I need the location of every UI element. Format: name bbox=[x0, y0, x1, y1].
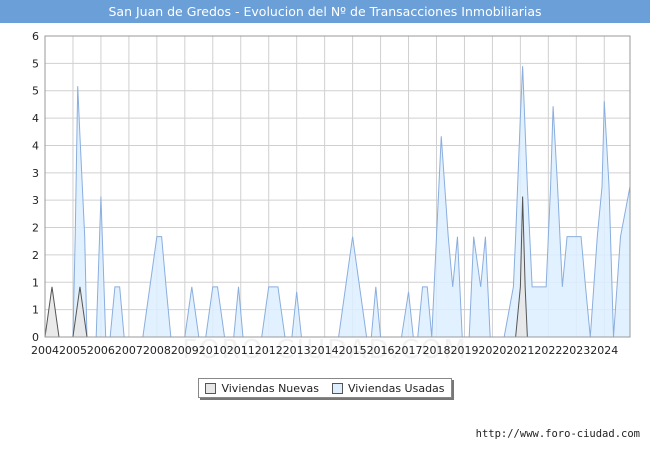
y-tick-label: 3 bbox=[32, 194, 39, 207]
y-tick-label: 5 bbox=[32, 57, 39, 70]
y-tick-label: 6 bbox=[32, 30, 39, 43]
legend-label-nuevas: Viviendas Nuevas bbox=[221, 381, 320, 395]
x-tick-label: 2012 bbox=[255, 344, 283, 357]
x-tick-label: 2013 bbox=[283, 344, 311, 357]
legend-item-usadas: Viviendas Usadas bbox=[331, 381, 445, 395]
x-tick-label: 2005 bbox=[59, 344, 87, 357]
x-tick-label: 2009 bbox=[171, 344, 199, 357]
legend: Viviendas Nuevas Viviendas Usadas bbox=[198, 378, 452, 398]
y-tick-label: 5 bbox=[32, 85, 39, 98]
y-tick-label: 1 bbox=[32, 304, 39, 317]
x-tick-label: 2008 bbox=[143, 344, 171, 357]
x-tick-label: 2016 bbox=[367, 344, 395, 357]
y-tick-label: 1 bbox=[32, 276, 39, 289]
x-tick-label: 2019 bbox=[450, 344, 478, 357]
y-tick-label: 2 bbox=[32, 249, 39, 262]
legend-swatch-usadas bbox=[331, 382, 343, 394]
x-tick-label: 2004 bbox=[31, 344, 59, 357]
source-url: http://www.foro-ciudad.com bbox=[475, 428, 640, 440]
x-tick-label: 2018 bbox=[422, 344, 450, 357]
x-tick-label: 2015 bbox=[339, 344, 367, 357]
legend-item-nuevas: Viviendas Nuevas bbox=[205, 382, 319, 395]
x-tick-label: 2022 bbox=[534, 344, 562, 357]
y-tick-label: 0 bbox=[32, 331, 39, 344]
legend-label-usadas: Viviendas Usadas bbox=[347, 381, 445, 395]
y-tick-label: 4 bbox=[32, 139, 39, 152]
legend-swatch-nuevas bbox=[205, 382, 217, 394]
x-tick-label: 2024 bbox=[590, 344, 618, 357]
x-tick-label: 2020 bbox=[478, 344, 506, 357]
x-tick-label: 2014 bbox=[311, 344, 339, 357]
x-tick-label: 2007 bbox=[115, 344, 143, 357]
x-tick-label: 2021 bbox=[506, 344, 534, 357]
x-tick-label: 2017 bbox=[395, 344, 423, 357]
x-tick-label: 2011 bbox=[227, 344, 255, 357]
y-tick-label: 2 bbox=[32, 222, 39, 235]
y-tick-label: 3 bbox=[32, 167, 39, 180]
x-tick-label: 2006 bbox=[87, 344, 115, 357]
x-tick-label: 2010 bbox=[199, 344, 227, 357]
x-tick-label: 2023 bbox=[562, 344, 590, 357]
y-tick-label: 4 bbox=[32, 112, 39, 125]
chart-root: San Juan de Gredos - Evolucion del Nº de… bbox=[0, 0, 650, 450]
